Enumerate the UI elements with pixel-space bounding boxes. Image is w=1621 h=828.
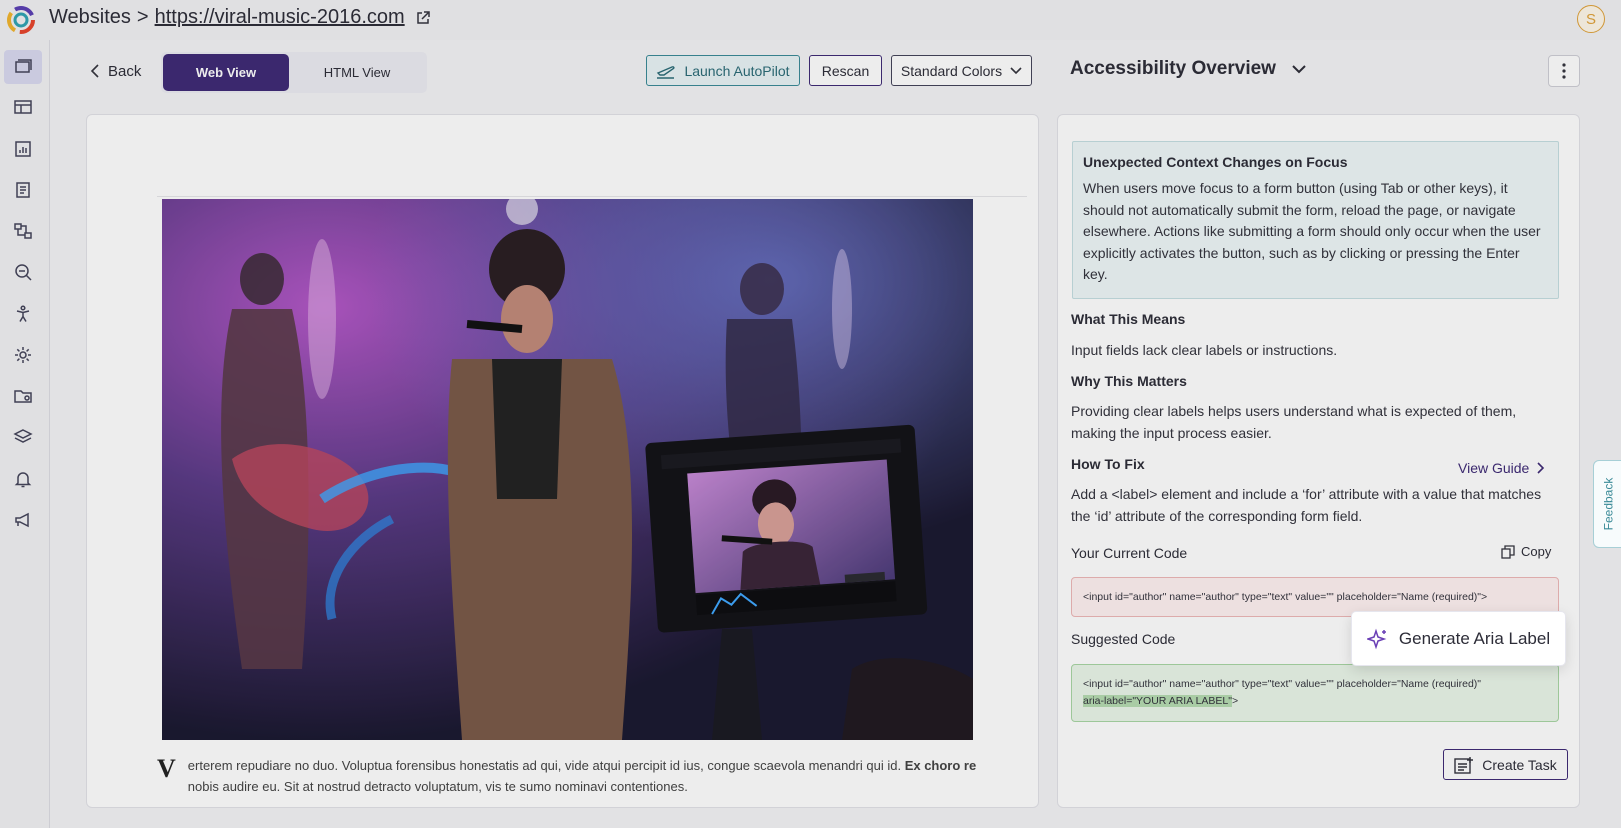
copy-label: Copy bbox=[1521, 544, 1552, 559]
standard-colors-dropdown[interactable]: Standard Colors bbox=[891, 55, 1032, 86]
bell-icon bbox=[14, 472, 32, 488]
kebab-menu-icon bbox=[1562, 63, 1566, 79]
standard-colors-label: Standard Colors bbox=[900, 62, 1003, 79]
launch-autopilot-label: Launch AutoPilot bbox=[684, 62, 790, 79]
view-guide-link[interactable]: View Guide bbox=[1458, 460, 1545, 476]
why-matters-heading: Why This Matters bbox=[1071, 373, 1187, 389]
what-means-text: Input fields lack clear labels or instru… bbox=[1071, 342, 1338, 358]
generate-aria-label-text: Generate Aria Label bbox=[1398, 628, 1551, 648]
suggested-code-aria: aria-label="YOUR ARIA LABEL" bbox=[1083, 695, 1232, 707]
sidebar-item-dashboard[interactable] bbox=[4, 90, 42, 124]
copy-icon bbox=[1501, 544, 1515, 559]
suggested-code-line-1: <input id="author" name="author" type="t… bbox=[1083, 678, 1482, 690]
chevron-down-icon bbox=[1010, 66, 1022, 74]
html-view-tab[interactable]: HTML View bbox=[291, 54, 423, 91]
view-guide-label: View Guide bbox=[1458, 460, 1530, 476]
divider bbox=[157, 196, 1027, 197]
issue-description: When users move focus to a form button (… bbox=[1083, 180, 1541, 282]
dropcap: V bbox=[157, 755, 176, 783]
sidebar-item-documents[interactable] bbox=[4, 173, 42, 207]
report-chart-icon bbox=[15, 141, 31, 157]
dashboard-grid-icon bbox=[14, 100, 32, 114]
megaphone-icon bbox=[15, 512, 29, 528]
chevron-down-icon bbox=[1292, 64, 1306, 73]
rescan-button[interactable]: Rescan bbox=[809, 55, 882, 86]
launch-autopilot-button[interactable]: Launch AutoPilot bbox=[646, 55, 800, 86]
article-line-1-bold: Ex choro re bbox=[904, 758, 977, 773]
sidebar-item-folders[interactable] bbox=[4, 379, 42, 413]
sidebar-item-announcements[interactable] bbox=[4, 503, 42, 537]
suggested-code-end: > bbox=[1231, 695, 1239, 707]
top-bar: Websites > https://viral-music-2016.com … bbox=[0, 0, 1621, 40]
sidebar-item-browser[interactable] bbox=[4, 50, 42, 84]
copy-button[interactable]: Copy bbox=[1501, 544, 1551, 559]
sidebar-item-search[interactable] bbox=[4, 255, 42, 289]
breadcrumb-separator: > bbox=[136, 6, 149, 28]
chevron-right-icon bbox=[1537, 462, 1545, 474]
sidebar-item-reports[interactable] bbox=[4, 132, 42, 166]
web-view-tab[interactable]: Web View bbox=[163, 54, 289, 91]
issue-box: Unexpected Context Changes on Focus When… bbox=[1072, 141, 1559, 299]
sidebar-item-accessibility[interactable] bbox=[4, 297, 42, 331]
feedback-label: Feedback bbox=[1601, 477, 1616, 531]
more-options-button[interactable] bbox=[1548, 55, 1580, 87]
layers-icon bbox=[13, 429, 33, 443]
accessibility-overview-dropdown[interactable]: Accessibility Overview bbox=[1070, 58, 1306, 80]
view-toggle: Web View HTML View bbox=[161, 52, 427, 93]
overview-title: Accessibility Overview bbox=[1070, 58, 1276, 79]
suggested-code-box[interactable]: <input id="author" name="author" type="t… bbox=[1071, 664, 1559, 722]
app-logo[interactable] bbox=[4, 4, 38, 36]
browser-window-icon bbox=[15, 59, 32, 73]
scan-flow-icon bbox=[14, 223, 32, 239]
sidebar-item-layers[interactable] bbox=[4, 420, 42, 454]
airplane-icon bbox=[657, 65, 676, 79]
current-code-label: Your Current Code bbox=[1071, 545, 1188, 561]
generate-aria-label-button[interactable]: Generate Aria Label bbox=[1352, 612, 1565, 665]
breadcrumb: Websites > https://viral-music-2016.com bbox=[49, 6, 431, 29]
task-add-icon bbox=[1454, 756, 1474, 774]
feedback-tab[interactable]: Feedback bbox=[1593, 460, 1621, 548]
web-view-panel: V erterem repudiare no duo. Voluptua for… bbox=[86, 114, 1039, 808]
how-fix-heading: How To Fix bbox=[1071, 456, 1145, 472]
user-avatar[interactable]: S bbox=[1577, 5, 1605, 33]
current-code-box[interactable]: <input id="author" name="author" type="t… bbox=[1071, 577, 1559, 617]
article-line-1: erterem repudiare no duo. Voluptua foren… bbox=[157, 755, 1037, 776]
document-list-icon bbox=[16, 182, 30, 198]
back-button[interactable]: Back bbox=[90, 58, 141, 84]
site-url-link[interactable]: https://viral-music-2016.com bbox=[155, 6, 405, 29]
back-label: Back bbox=[108, 62, 142, 80]
sidebar-item-scans[interactable] bbox=[4, 214, 42, 248]
sidebar-item-notifications[interactable] bbox=[4, 462, 42, 496]
breadcrumb-websites[interactable]: Websites bbox=[49, 6, 131, 29]
accessibility-details-panel: Unexpected Context Changes on Focus When… bbox=[1057, 114, 1580, 808]
article-line-2: nobis audire eu. Sit at nostrud detracto… bbox=[187, 779, 688, 794]
how-fix-text: Add a <label> element and include a ‘for… bbox=[1071, 486, 1542, 524]
article-line-1-text: erterem repudiare no duo. Voluptua foren… bbox=[187, 758, 902, 773]
sidebar-item-settings[interactable] bbox=[4, 338, 42, 372]
gear-icon bbox=[15, 347, 31, 363]
sparkle-icon bbox=[1366, 628, 1387, 649]
issue-title: Unexpected Context Changes on Focus bbox=[1083, 154, 1348, 170]
hero-image[interactable] bbox=[162, 199, 973, 740]
folder-settings-icon bbox=[14, 390, 32, 403]
what-means-heading: What This Means bbox=[1071, 311, 1186, 327]
magnify-search-icon bbox=[15, 264, 32, 281]
accessibility-person-icon bbox=[16, 305, 30, 322]
suggested-code-label: Suggested Code bbox=[1071, 631, 1176, 647]
chevron-left-icon bbox=[90, 64, 99, 78]
create-task-button[interactable]: Create Task bbox=[1443, 749, 1568, 780]
external-link-icon[interactable] bbox=[415, 10, 431, 26]
create-task-label: Create Task bbox=[1482, 756, 1557, 773]
article-text: V erterem repudiare no duo. Voluptua for… bbox=[157, 755, 1037, 797]
sidebar bbox=[0, 40, 50, 828]
why-matters-text: Providing clear labels helps users under… bbox=[1071, 403, 1517, 441]
